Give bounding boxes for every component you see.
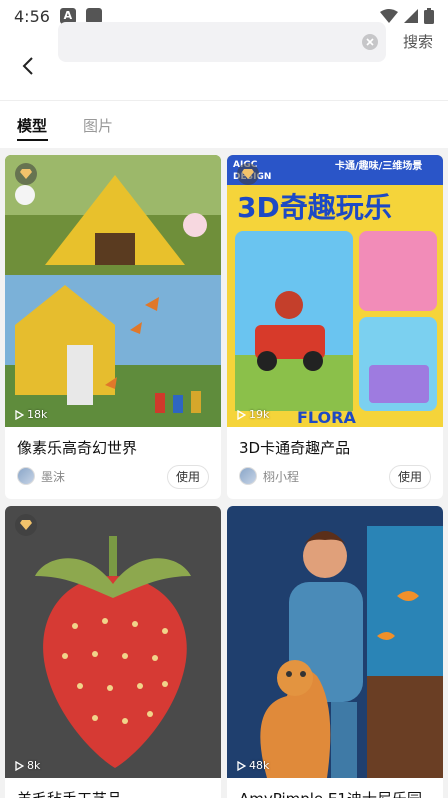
clear-search-button[interactable] (362, 34, 378, 50)
diamond-icon (242, 169, 254, 179)
card-title: 羊毛毡手工艺品 (17, 788, 122, 798)
diamond-icon (20, 169, 32, 179)
avatar (17, 467, 35, 485)
card-title: 3D卡通奇趣产品 (239, 439, 351, 457)
search-input[interactable] (58, 22, 386, 62)
image-headline: 3D奇趣玩乐 (237, 191, 392, 224)
diamond-icon (20, 520, 32, 530)
tab-images[interactable]: 图片 (83, 115, 113, 136)
wifi-icon (380, 9, 398, 23)
play-icon (237, 409, 246, 420)
view-count: 18k (15, 408, 47, 421)
back-arrow-icon (22, 57, 33, 75)
view-count-value: 8k (27, 759, 41, 772)
active-tab-indicator (17, 139, 48, 141)
battery-icon (424, 8, 434, 24)
premium-badge (237, 163, 259, 185)
tab-models[interactable]: 模型 (17, 115, 47, 136)
view-count-value: 19k (249, 408, 270, 421)
card-title: AmyPimple E1迪士尼乐园 (239, 788, 422, 798)
card-image: 18k (5, 155, 221, 427)
premium-badge (15, 514, 37, 536)
view-count: 8k (15, 759, 40, 772)
signal-icon (404, 9, 418, 23)
search-button[interactable]: 搜索 (396, 30, 440, 54)
image-tag: 卡通/趣味/三维场景 (335, 159, 422, 172)
premium-badge (15, 163, 37, 185)
back-button[interactable] (0, 32, 56, 100)
card-image: 48k (227, 506, 443, 778)
model-grid: 18k 像素乐高奇幻世界 墨沫 使用 AIGC DESIGN 卡通/趣味/三维场… (0, 148, 448, 798)
view-count-value: 18k (27, 408, 48, 421)
play-icon (237, 760, 246, 771)
image-sub: FLORA (297, 408, 356, 427)
card-image: AIGC DESIGN 卡通/趣味/三维场景 3D奇趣玩乐 FLORA 19k (227, 155, 443, 427)
card-author[interactable]: 墨沫 (17, 467, 65, 485)
card-author[interactable]: 栩小程 (239, 467, 299, 485)
model-card[interactable]: 18k 像素乐高奇幻世界 墨沫 使用 (5, 155, 221, 499)
tab-bar: 模型 图片 (0, 100, 448, 148)
model-card[interactable]: AIGC DESIGN 卡通/趣味/三维场景 3D奇趣玩乐 FLORA 19k (227, 155, 443, 499)
status-time: 4:56 (14, 6, 50, 26)
card-title: 像素乐高奇幻世界 (17, 439, 138, 457)
avatar (239, 467, 257, 485)
card-image: 8k (5, 506, 221, 778)
model-card[interactable]: 8k 羊毛毡手工艺品 (5, 506, 221, 798)
view-count: 19k (237, 408, 269, 421)
author-name: 墨沫 (41, 469, 66, 484)
view-count-value: 48k (249, 759, 270, 772)
author-name: 栩小程 (263, 469, 300, 484)
use-button[interactable]: 使用 (389, 465, 431, 489)
clear-icon (366, 38, 374, 46)
view-count: 48k (237, 759, 269, 772)
model-card[interactable]: 48k AmyPimple E1迪士尼乐园 (227, 506, 443, 798)
play-icon (15, 409, 24, 420)
use-button[interactable]: 使用 (167, 465, 209, 489)
play-icon (15, 760, 24, 771)
